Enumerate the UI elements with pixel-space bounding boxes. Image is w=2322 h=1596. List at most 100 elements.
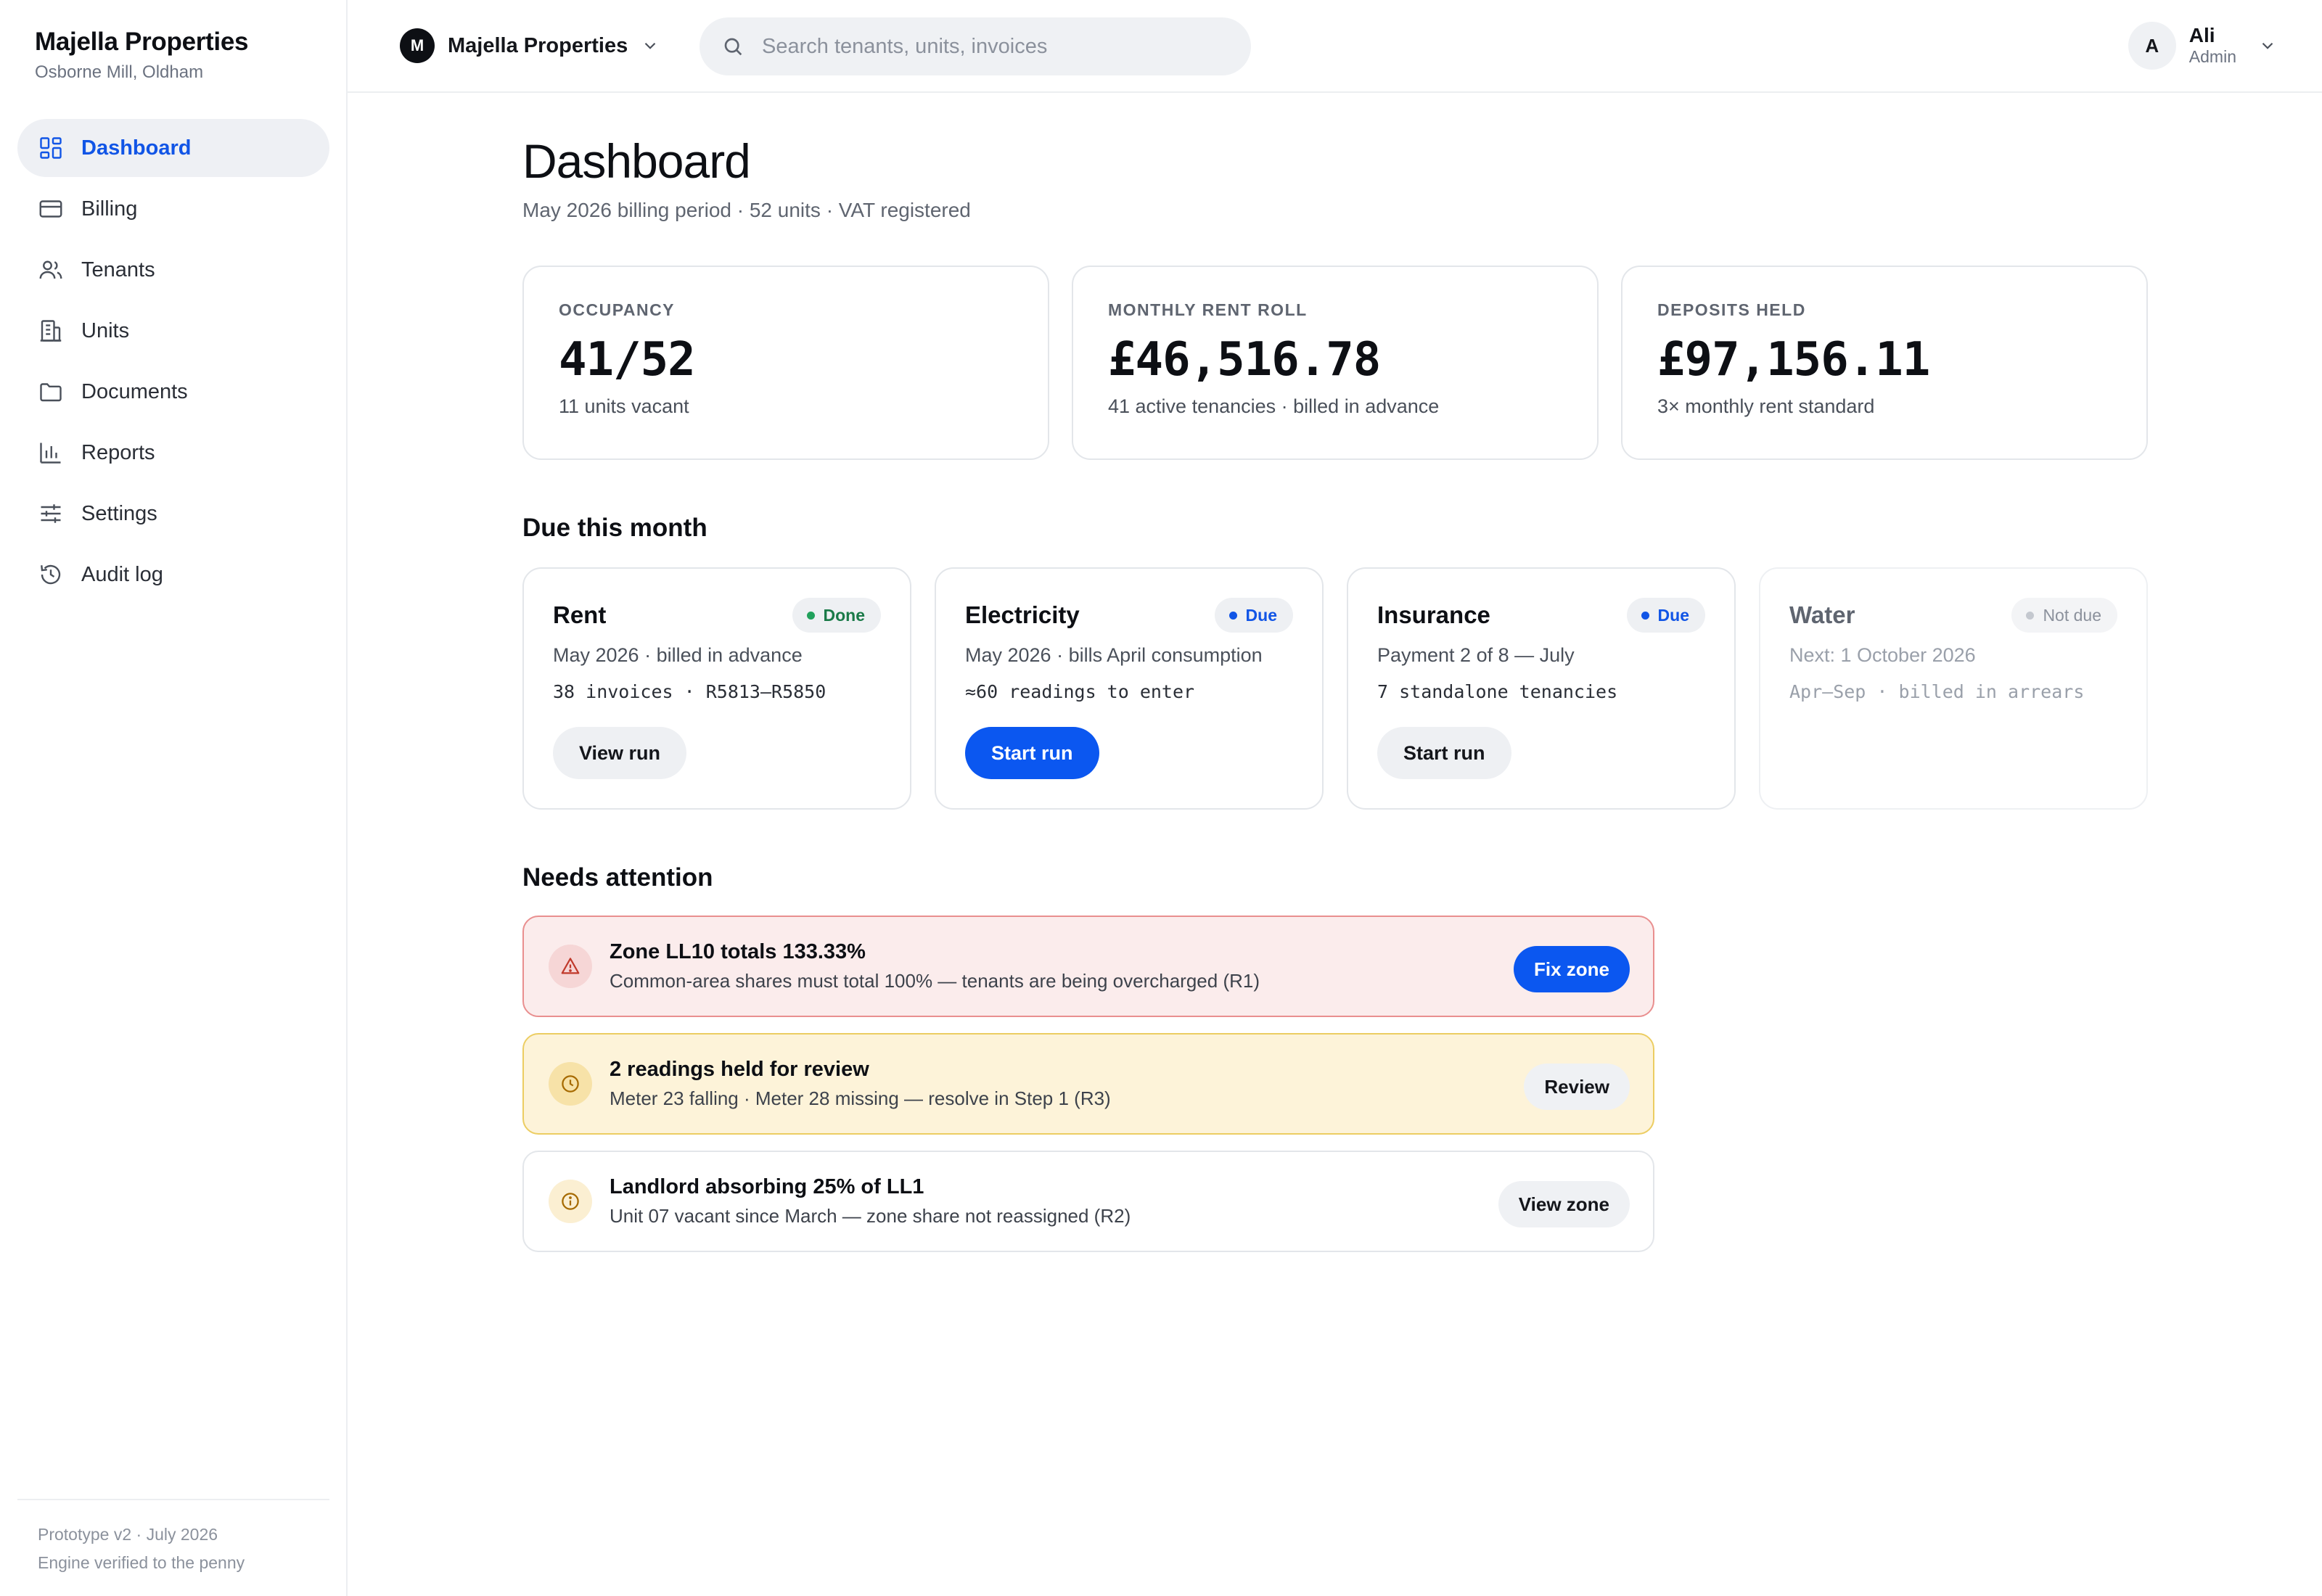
org-name: Majella Properties	[448, 33, 628, 57]
user-info: Ali Admin	[2189, 25, 2236, 67]
footer-version: Prototype v2 · July 2026	[38, 1525, 218, 1544]
due-card-title: Water	[1789, 601, 1855, 628]
due-card-detail: Apr–Sep · billed in arrears	[1789, 681, 2085, 702]
sidebar-item-settings[interactable]: Settings	[17, 485, 329, 543]
sidebar-item-label: Dashboard	[81, 136, 192, 160]
due-card-period: Payment 2 of 8 — July	[1377, 644, 1575, 666]
due-card-detail: ≈60 readings to enter	[965, 681, 1195, 702]
bar-chart-icon	[38, 440, 64, 466]
review-button[interactable]: Review	[1524, 1064, 1630, 1110]
sidebar-item-label: Settings	[81, 501, 157, 525]
due-card-period: May 2026 · bills April consumption	[965, 644, 1263, 666]
attention-list: Zone LL10 totals 133.33% Common-area sha…	[522, 916, 1654, 1268]
alert-readings-review: 2 readings held for review Meter 23 fall…	[522, 1033, 1654, 1135]
history-icon	[38, 562, 64, 588]
due-card-insurance: Insurance Due Payment 2 of 8 — July 7 st…	[1347, 567, 1736, 810]
attention-section-title: Needs attention	[522, 863, 713, 892]
sidebar-item-label: Reports	[81, 440, 155, 464]
alert-description: Unit 07 vacant since March — zone share …	[610, 1205, 1131, 1227]
stat-value: £46,516.78	[1108, 333, 1381, 387]
org-avatar: M	[400, 28, 435, 63]
sidebar-item-label: Tenants	[81, 258, 155, 281]
sidebar: Majella Properties Osborne Mill, Oldham …	[0, 0, 348, 1596]
clock-icon	[549, 1062, 592, 1106]
search-bar[interactable]	[700, 17, 1251, 75]
start-run-button[interactable]: Start run	[965, 727, 1099, 779]
due-card-title: Insurance	[1377, 601, 1490, 628]
status-dot	[1228, 611, 1237, 620]
users-icon	[38, 257, 64, 283]
status-dot	[2026, 611, 2035, 620]
due-card-title: Electricity	[965, 601, 1080, 628]
fix-zone-button[interactable]: Fix zone	[1513, 946, 1630, 992]
stat-note: 3× monthly rent standard	[1657, 395, 1875, 417]
sidebar-item-dashboard[interactable]: Dashboard	[17, 119, 329, 177]
search-input[interactable]	[762, 34, 1226, 59]
avatar: A	[2128, 22, 2176, 70]
stat-label: OCCUPANCY	[559, 300, 676, 319]
stat-card-occupancy: OCCUPANCY 41/52 11 units vacant	[522, 266, 1049, 460]
due-card-rent: Rent Done May 2026 · billed in advance 3…	[522, 567, 911, 810]
org-switcher[interactable]: M Majella Properties	[400, 28, 660, 64]
view-run-button[interactable]: View run	[553, 727, 687, 779]
stat-label: MONTHLY RENT ROLL	[1108, 300, 1308, 319]
alert-title: Landlord absorbing 25% of LL1	[610, 1175, 924, 1198]
sidebar-item-label: Units	[81, 318, 130, 342]
user-role: Admin	[2188, 47, 2236, 66]
top-bar: M Majella Properties A Ali Admin	[348, 0, 2322, 93]
due-cards: Rent Done May 2026 · billed in advance 3…	[522, 567, 2148, 810]
status-badge: Not due	[2011, 598, 2117, 633]
sidebar-item-label: Documents	[81, 379, 188, 403]
user-menu[interactable]: A Ali Admin	[2128, 22, 2277, 70]
warning-icon	[549, 945, 592, 988]
status-badge: Due	[1626, 598, 1705, 633]
sidebar-item-billing[interactable]: Billing	[17, 180, 329, 238]
brand: Majella Properties Osborne Mill, Oldham	[35, 28, 248, 83]
due-card-period: Next: 1 October 2026	[1789, 644, 1976, 666]
status-label: Due	[1657, 605, 1689, 625]
page-title: Dashboard	[522, 134, 751, 188]
alert-zone-totals: Zone LL10 totals 133.33% Common-area sha…	[522, 916, 1654, 1017]
view-zone-button[interactable]: View zone	[1498, 1181, 1630, 1227]
stat-note: 41 active tenancies · billed in advance	[1108, 395, 1440, 417]
status-dot	[1641, 611, 1649, 620]
stat-card-rent-roll: MONTHLY RENT ROLL £46,516.78 41 active t…	[1072, 266, 1599, 460]
alert-title: 2 readings held for review	[610, 1058, 869, 1081]
brand-location: Osborne Mill, Oldham	[35, 62, 204, 82]
stat-label: DEPOSITS HELD	[1657, 300, 1806, 319]
sidebar-footer: Prototype v2 · July 2026 Engine verified…	[17, 1499, 329, 1596]
due-card-water: Water Not due Next: 1 October 2026 Apr–S…	[1759, 567, 2148, 810]
chevron-down-icon	[641, 36, 660, 55]
credit-card-icon	[38, 196, 64, 222]
alert-title: Zone LL10 totals 133.33%	[610, 940, 866, 963]
sliders-icon	[38, 501, 64, 527]
alert-description: Common-area shares must total 100% — ten…	[610, 970, 1260, 992]
info-icon	[549, 1180, 592, 1223]
sidebar-item-reports[interactable]: Reports	[17, 424, 329, 482]
sidebar-item-audit-log[interactable]: Audit log	[17, 546, 329, 604]
sidebar-item-documents[interactable]: Documents	[17, 363, 329, 421]
status-label: Due	[1245, 605, 1277, 625]
brand-name: Majella Properties	[35, 28, 249, 56]
sidebar-item-tenants[interactable]: Tenants	[17, 241, 329, 299]
due-card-electricity: Electricity Due May 2026 · bills April c…	[935, 567, 1324, 810]
stat-value: 41/52	[559, 333, 696, 387]
start-run-button[interactable]: Start run	[1377, 727, 1511, 779]
status-badge: Due	[1214, 598, 1293, 633]
stat-card-deposits: DEPOSITS HELD £97,156.11 3× monthly rent…	[1621, 266, 2148, 460]
due-card-detail: 38 invoices · R5813–R5850	[553, 681, 826, 702]
stat-note: 11 units vacant	[559, 395, 689, 417]
due-section-title: Due this month	[522, 514, 707, 542]
sidebar-nav: Dashboard Billing Tenants Units Document…	[17, 119, 329, 606]
alert-description: Meter 23 falling · Meter 28 missing — re…	[610, 1087, 1111, 1109]
footer-note: Engine verified to the penny	[38, 1553, 245, 1572]
alert-landlord-absorbing: Landlord absorbing 25% of LL1 Unit 07 va…	[522, 1151, 1654, 1252]
stat-value: £97,156.11	[1657, 333, 1930, 387]
sidebar-item-label: Audit log	[81, 562, 163, 586]
sidebar-item-units[interactable]: Units	[17, 302, 329, 360]
due-card-detail: 7 standalone tenancies	[1377, 681, 1618, 702]
page-subtitle: May 2026 billing period · 52 units · VAT…	[522, 199, 971, 221]
sidebar-item-label: Billing	[81, 197, 138, 221]
chevron-down-icon	[2258, 36, 2277, 55]
stats-row: OCCUPANCY 41/52 11 units vacant MONTHLY …	[522, 266, 2148, 460]
